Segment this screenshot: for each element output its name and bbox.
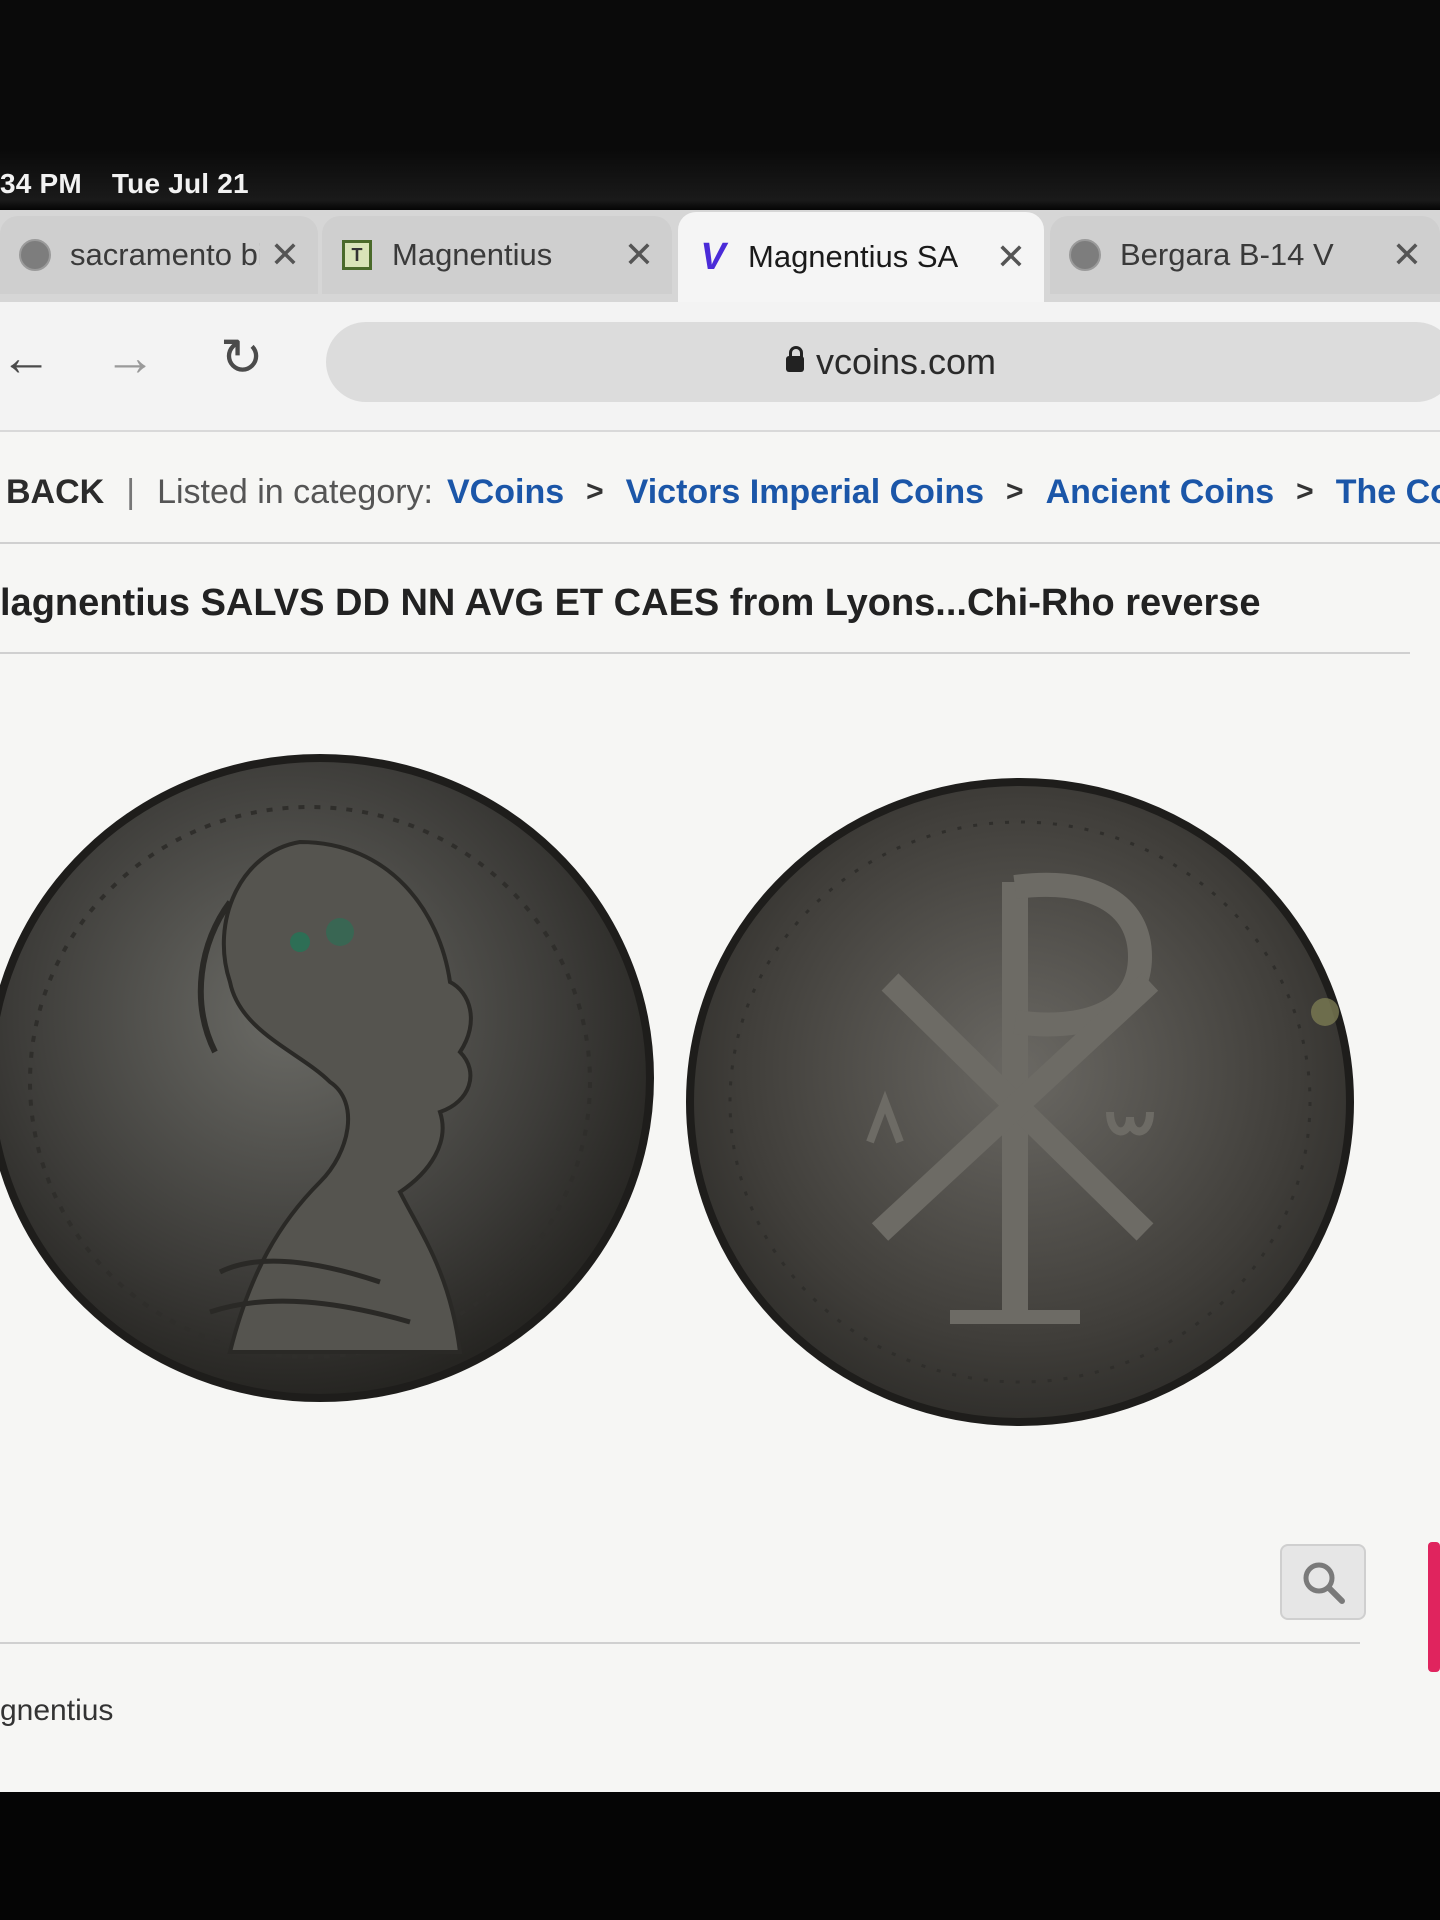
side-accent-bar <box>1428 1542 1440 1672</box>
reload-icon[interactable]: ↻ <box>220 328 264 388</box>
coin-obverse <box>0 754 654 1402</box>
status-time: 34 PM <box>0 168 82 199</box>
tab-title: Bergara B-14 V <box>1120 237 1334 272</box>
globe-icon <box>18 238 52 272</box>
zoom-button[interactable] <box>1280 1544 1366 1620</box>
listing-title: lagnentius SALVS DD NN AVG ET CAES from … <box>0 582 1261 624</box>
globe-icon <box>1068 238 1102 272</box>
section-label: gnentius <box>0 1694 114 1727</box>
tab-strip: sacramento bic ✕ T Magnentius ✕ V Magnen… <box>0 210 1440 302</box>
tab-sacramento[interactable]: sacramento bic ✕ <box>0 216 318 294</box>
back-link[interactable]: BACK <box>6 473 104 512</box>
tab-title: Magnentius SA <box>748 239 959 274</box>
coin-reverse <box>686 778 1354 1426</box>
close-icon[interactable]: ✕ <box>1392 234 1422 276</box>
breadcrumb-separator: > <box>1296 475 1314 508</box>
vcoins-v-icon: V <box>700 235 726 278</box>
page-content: BACK | Listed in category: VCoins > Vict… <box>0 432 1440 1792</box>
back-arrow-icon[interactable]: ← <box>0 328 52 388</box>
coin-photo[interactable] <box>0 752 1440 1492</box>
browser-window: sacramento bic ✕ T Magnentius ✕ V Magnen… <box>0 210 1440 1792</box>
close-icon[interactable]: ✕ <box>996 236 1026 278</box>
address-bar[interactable]: vcoins.com <box>326 322 1440 402</box>
lock-icon <box>785 346 804 372</box>
site-favicon-icon: T <box>340 238 374 272</box>
close-icon[interactable]: ✕ <box>624 234 654 276</box>
tab-title: Magnentius <box>392 237 553 272</box>
divider <box>0 1642 1360 1644</box>
breadcrumb-separator: > <box>586 475 604 508</box>
breadcrumb-victors[interactable]: Victors Imperial Coins <box>626 473 984 512</box>
browser-toolbar: ← → ↻ vcoins.com <box>0 302 1440 432</box>
breadcrumb-separator: > <box>1006 475 1024 508</box>
divider <box>0 542 1440 544</box>
tab-bergara[interactable]: Bergara B-14 V ✕ <box>1050 216 1440 294</box>
device-screen: 34 PM Tue Jul 21 sacramento bic ✕ T Magn… <box>0 0 1440 1920</box>
breadcrumb-vcoins[interactable]: VCoins <box>447 473 564 512</box>
status-bar: 34 PM Tue Jul 21 <box>0 168 271 208</box>
forward-arrow-icon[interactable]: → <box>104 328 156 388</box>
divider <box>0 652 1410 654</box>
tab-title: sacramento bic <box>70 237 260 272</box>
magnifier-icon <box>1303 1562 1345 1604</box>
tab-magnentius[interactable]: T Magnentius ✕ <box>322 216 672 294</box>
breadcrumb: BACK | Listed in category: VCoins > Vict… <box>6 462 1440 522</box>
url-text: vcoins.com <box>815 341 997 382</box>
status-date: Tue Jul 21 <box>111 168 249 199</box>
breadcrumb-ancient-coins[interactable]: Ancient Coins <box>1046 473 1275 512</box>
breadcrumb-constantinian[interactable]: The Const <box>1336 473 1440 512</box>
close-icon[interactable]: ✕ <box>270 234 300 276</box>
breadcrumb-divider: | <box>126 472 136 511</box>
tab-magnentius-active[interactable]: V Magnentius SA ✕ <box>678 212 1044 302</box>
listed-label: Listed in category: <box>157 472 433 511</box>
